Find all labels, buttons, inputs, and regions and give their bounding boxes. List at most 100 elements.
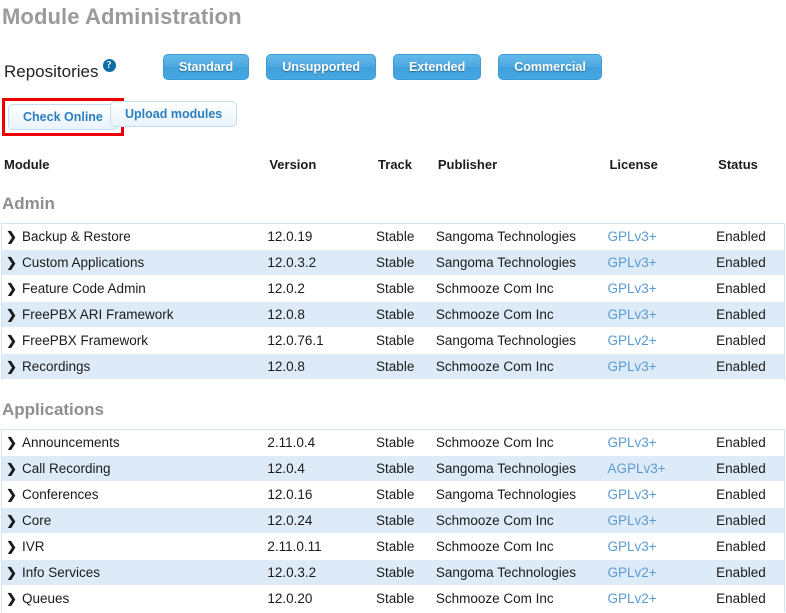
cell-module[interactable]: ❯ Queues xyxy=(2,591,267,606)
table-row[interactable]: ❯ Queues 12.0.20 Stable Schmooze Com Inc GPLv… xyxy=(2,586,784,612)
cell-version: 2.11.0.4 xyxy=(267,435,316,450)
cell-module[interactable]: ❯ Custom Applications xyxy=(2,255,267,270)
license-link[interactable]: GPLv3+ xyxy=(607,281,656,296)
cell-license: GPLv3+ xyxy=(607,255,716,270)
license-link[interactable]: GPLv3+ xyxy=(607,255,656,270)
help-icon[interactable]: ? xyxy=(102,59,116,72)
cell-license: GPLv2+ xyxy=(607,565,716,580)
cell-license: GPLv3+ xyxy=(607,487,716,502)
cell-license: GPLv3+ xyxy=(607,539,716,554)
table-row[interactable]: ❯ Conferences 12.0.16 Stable Sangoma Technol… xyxy=(2,482,784,508)
cell-publisher: Sangoma Technologies xyxy=(435,487,576,502)
cell-publisher: Schmooze Com Inc xyxy=(435,539,554,554)
repo-button-extended[interactable]: Extended xyxy=(392,54,482,80)
license-link[interactable]: GPLv3+ xyxy=(607,487,656,502)
cell-version: 12.0.20 xyxy=(267,591,313,606)
table-row[interactable]: ❯ IVR 2.11.0.11 Stable Schmooze Com Inc GPLv3… xyxy=(2,534,784,560)
chevron-right-icon: ❯ xyxy=(6,359,17,374)
cell-publisher: Schmooze Com Inc xyxy=(435,591,554,606)
cell-track: Stable xyxy=(376,435,415,450)
license-link[interactable]: GPLv2+ xyxy=(607,565,656,580)
cell-license: GPLv3+ xyxy=(607,229,716,244)
cell-version: 12.0.8 xyxy=(267,359,305,374)
cell-module[interactable]: ❯ Call Recording xyxy=(2,461,267,476)
chevron-right-icon: ❯ xyxy=(6,435,17,450)
cell-module[interactable]: ❯ Conferences xyxy=(2,487,267,502)
table-row[interactable]: ❯ Info Services 12.0.3.2 Stable Sangoma Tech… xyxy=(2,560,784,586)
cell-status: Enabled xyxy=(716,539,766,554)
license-link[interactable]: GPLv2+ xyxy=(607,591,656,606)
column-header-track: Track xyxy=(378,156,413,172)
cell-module[interactable]: ❯ IVR xyxy=(2,539,267,554)
license-link[interactable]: GPLv3+ xyxy=(607,307,656,322)
license-link[interactable]: GPLv3+ xyxy=(607,539,656,554)
cell-license: AGPLv3+ xyxy=(607,461,716,476)
cell-publisher: Schmooze Com Inc xyxy=(435,359,554,374)
cell-track: Stable xyxy=(376,359,415,374)
license-link[interactable]: GPLv3+ xyxy=(607,435,656,450)
cell-version: 12.0.76.1 xyxy=(267,333,324,348)
chevron-right-icon: ❯ xyxy=(6,255,17,270)
cell-version: 12.0.19 xyxy=(267,229,313,244)
cell-publisher: Schmooze Com Inc xyxy=(435,513,554,528)
table-row[interactable]: ❯ Core 12.0.24 Stable Schmooze Com Inc GPLv3+… xyxy=(2,508,784,534)
section-title: Admin xyxy=(2,194,55,213)
cell-publisher: Sangoma Technologies xyxy=(435,461,576,476)
cell-status: Enabled xyxy=(716,565,766,580)
upload-modules-button[interactable]: Upload modules xyxy=(110,101,238,127)
check-online-highlight: Check Online xyxy=(2,98,124,136)
cell-module[interactable]: ❯ Backup & Restore xyxy=(2,229,267,244)
license-link[interactable]: GPLv3+ xyxy=(607,359,656,374)
cell-version: 2.11.0.11 xyxy=(267,539,322,554)
cell-status: Enabled xyxy=(716,435,766,450)
repositories-row: Repositories ? Standard Unsupported Exte… xyxy=(0,54,786,92)
cell-module[interactable]: ❯ Core xyxy=(2,513,267,528)
cell-track: Stable xyxy=(376,281,415,296)
section-title: Applications xyxy=(2,400,105,419)
cell-version: 12.0.8 xyxy=(267,307,305,322)
action-row: Check Online Upload modules xyxy=(0,96,786,136)
cell-module[interactable]: ❯ Feature Code Admin xyxy=(2,281,267,296)
cell-license: GPLv2+ xyxy=(607,333,716,348)
cell-license: GPLv3+ xyxy=(607,307,716,322)
license-link[interactable]: GPLv3+ xyxy=(607,513,656,528)
table-row[interactable]: ❯ Recordings 12.0.8 Stable Schmooze Com Inc G… xyxy=(2,354,784,380)
table-row[interactable]: ❯ Call Recording 12.0.4 Stable Sangoma Techn… xyxy=(2,456,784,482)
cell-license: GPLv3+ xyxy=(607,435,716,450)
module-name: Core xyxy=(22,513,52,528)
cell-track: Stable xyxy=(376,539,415,554)
repo-button-commercial[interactable]: Commercial xyxy=(498,54,602,80)
cell-module[interactable]: ❯ Info Services xyxy=(2,565,267,580)
chevron-right-icon: ❯ xyxy=(6,307,17,322)
chevron-right-icon: ❯ xyxy=(6,539,17,554)
license-link[interactable]: GPLv3+ xyxy=(607,229,656,244)
table-row[interactable]: ❯ Custom Applications 12.0.3.2 Stable Sangom… xyxy=(2,250,784,276)
repo-button-standard[interactable]: Standard xyxy=(163,54,250,80)
cell-status: Enabled xyxy=(716,307,766,322)
table-row[interactable]: ❯ FreePBX Framework 12.0.76.1 Stable Sangoma… xyxy=(2,328,784,354)
table-row[interactable]: ❯ FreePBX ARI Framework 12.0.8 Stable Schmoo… xyxy=(2,302,784,328)
license-link[interactable]: AGPLv3+ xyxy=(607,461,665,476)
chevron-right-icon: ❯ xyxy=(6,461,17,476)
cell-module[interactable]: ❯ Announcements xyxy=(2,435,267,450)
table-row[interactable]: ❯ Announcements 2.11.0.4 Stable Schmooze Com… xyxy=(2,430,784,456)
cell-module[interactable]: ❯ FreePBX Framework xyxy=(2,333,267,348)
cell-module[interactable]: ❯ Recordings xyxy=(2,359,267,374)
table-row[interactable]: ❯ Backup & Restore 12.0.19 Stable Sangoma Te… xyxy=(2,224,784,250)
cell-status: Enabled xyxy=(716,513,766,528)
cell-track: Stable xyxy=(376,333,415,348)
chevron-right-icon: ❯ xyxy=(6,229,17,244)
cell-publisher: Schmooze Com Inc xyxy=(435,281,554,296)
module-name: Info Services xyxy=(22,565,101,580)
column-header-version: Version xyxy=(269,156,317,172)
cell-module[interactable]: ❯ FreePBX ARI Framework xyxy=(2,307,267,322)
cell-track: Stable xyxy=(376,229,415,244)
repo-button-unsupported[interactable]: Unsupported xyxy=(266,54,376,80)
cell-status: Enabled xyxy=(716,591,766,606)
cell-publisher: Schmooze Com Inc xyxy=(435,435,554,450)
table-row[interactable]: ❯ Feature Code Admin 12.0.2 Stable Schmooze … xyxy=(2,276,784,302)
module-name: Conferences xyxy=(22,487,99,502)
check-online-button[interactable]: Check Online xyxy=(8,104,118,130)
license-link[interactable]: GPLv2+ xyxy=(607,333,656,348)
cell-status: Enabled xyxy=(716,255,766,270)
